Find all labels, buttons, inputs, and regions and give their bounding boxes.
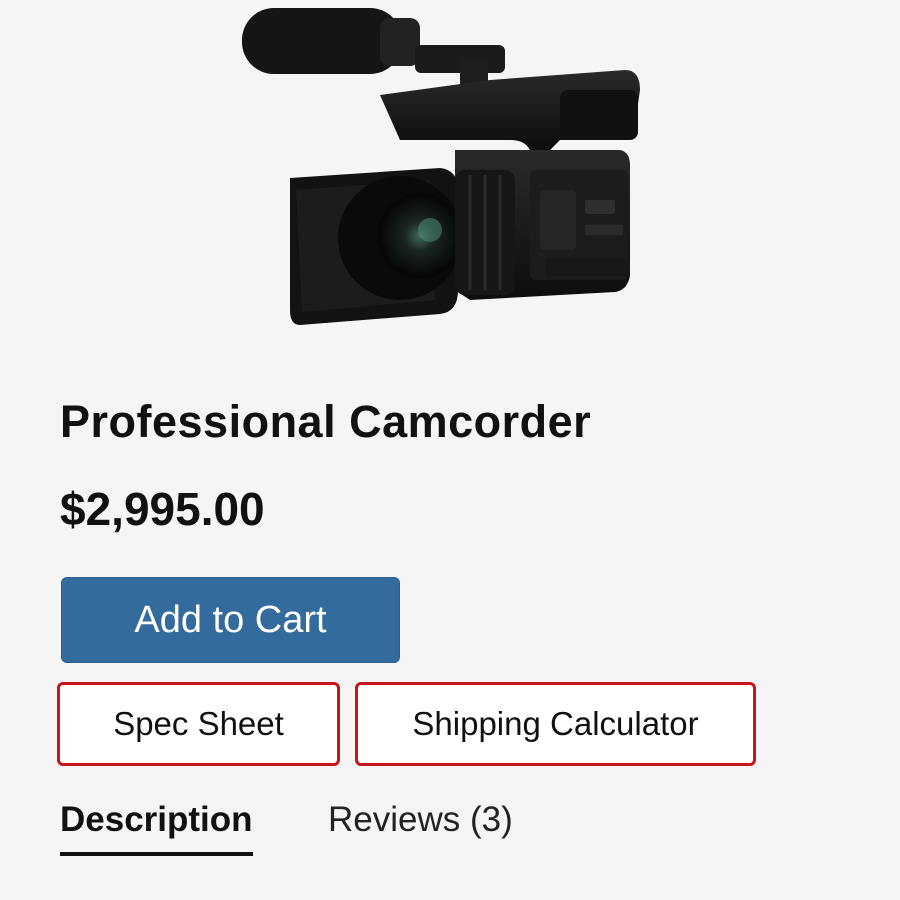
tab-description[interactable]: Description: [60, 800, 253, 856]
tab-reviews[interactable]: Reviews (3): [328, 800, 513, 840]
product-title: Professional Camcorder: [60, 396, 592, 447]
product-price: $2,995.00: [60, 483, 265, 535]
add-to-cart-button[interactable]: Add to Cart: [61, 577, 400, 663]
product-image: [242, 8, 640, 325]
shipping-calculator-button[interactable]: Shipping Calculator: [355, 682, 756, 766]
spec-sheet-button[interactable]: Spec Sheet: [57, 682, 340, 766]
